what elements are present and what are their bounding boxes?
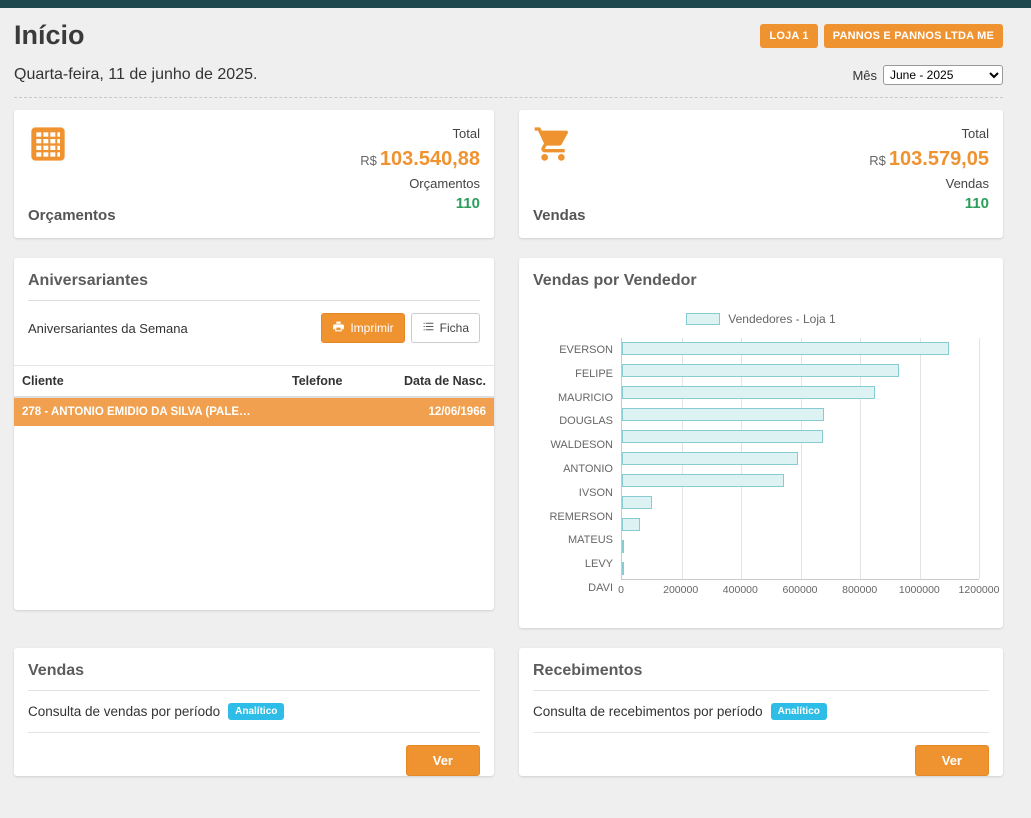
table-row[interactable]: 278 - ANTONIO EMIDIO DA SILVA (PALE… 12/… — [14, 398, 494, 426]
chart-bar — [622, 540, 624, 553]
row-data-nasc: 12/06/1966 — [394, 398, 494, 426]
chart-bar — [622, 342, 949, 355]
legend-label: Vendedores - Loja 1 — [728, 312, 835, 326]
chart-category-label: MAURICIO — [533, 386, 621, 410]
vendas-total-label: Total — [869, 124, 989, 144]
aniversariantes-table: Cliente Telefone Data de Nasc. 278 - ANT… — [14, 365, 494, 426]
chart-category-label: ANTONIO — [533, 457, 621, 481]
vendas-card: Vendas Total R$103.579,05 Vendas 110 — [519, 110, 1003, 238]
month-label: Mês — [852, 68, 877, 83]
ver-recebimentos-button[interactable]: Ver — [915, 745, 989, 776]
aniversariantes-subtitle: Aniversariantes da Semana — [28, 321, 188, 336]
chart-xtick-label: 200000 — [663, 584, 698, 596]
chart-rows — [622, 338, 979, 579]
ficha-button[interactable]: Ficha — [411, 313, 480, 343]
recebimentos-report-card: Recebimentos Consulta de recebimentos po… — [519, 648, 1003, 776]
printer-icon — [332, 320, 345, 336]
chart-legend: Vendedores - Loja 1 — [533, 312, 989, 326]
list-icon — [422, 320, 435, 336]
legend-swatch — [686, 313, 720, 325]
vendas-por-vendedor-card: Vendas por Vendedor Vendedores - Loja 1 … — [519, 258, 1003, 628]
chart-category-label: LEVY — [533, 552, 621, 576]
recebimentos-report-desc: Consulta de recebimentos por período — [533, 704, 763, 719]
orcamentos-label: Orçamentos — [28, 207, 116, 224]
chart-title: Vendas por Vendedor — [533, 272, 989, 290]
row-cliente: 278 - ANTONIO EMIDIO DA SILVA (PALE… — [14, 398, 284, 426]
vendas-count-label: Vendas — [869, 174, 989, 194]
row-telefone — [284, 404, 394, 420]
col-data-nasc: Data de Nasc. — [394, 366, 494, 396]
aniversariantes-title: Aniversariantes — [28, 272, 480, 290]
chart-category-label: EVERSON — [533, 338, 621, 362]
current-date: Quarta-feira, 11 de junho de 2025. — [14, 66, 257, 84]
analitico-badge: Analítico — [228, 703, 284, 720]
chart-bar — [622, 518, 640, 531]
vendas-report-title: Vendas — [28, 662, 480, 680]
store-badges: LOJA 1 PANNOS E PANNOS LTDA ME — [760, 24, 1003, 48]
chart-xtick-label: 600000 — [782, 584, 817, 596]
chart-bar — [622, 496, 652, 509]
page-title: Início — [14, 20, 85, 51]
chart-xtick-label: 1200000 — [959, 584, 1000, 596]
col-cliente: Cliente — [14, 366, 284, 396]
vendas-count-value: 110 — [869, 193, 989, 216]
calculator-icon — [28, 124, 116, 169]
chart-category-label: FELIPE — [533, 362, 621, 386]
chart-bar — [622, 364, 899, 377]
chart-category-label: DAVI — [533, 576, 621, 600]
chart-bar — [622, 562, 624, 575]
date-row: Quarta-feira, 11 de junho de 2025. Mês J… — [14, 65, 1003, 98]
orcamentos-count-label: Orçamentos — [360, 174, 480, 194]
orcamentos-total-value: R$103.540,88 — [360, 144, 480, 174]
chart-bar — [622, 408, 824, 421]
vendas-report-card: Vendas Consulta de vendas por período An… — [14, 648, 494, 776]
chart-category-label: REMERSON — [533, 505, 621, 529]
vendas-label: Vendas — [533, 207, 586, 224]
month-select[interactable]: June - 2025 — [883, 65, 1003, 85]
chart-xtick-label: 800000 — [842, 584, 877, 596]
main-content: Início LOJA 1 PANNOS E PANNOS LTDA ME Qu… — [0, 8, 1031, 796]
cart-icon — [533, 124, 586, 169]
imprimir-button[interactable]: Imprimir — [321, 313, 404, 343]
vendas-report-desc: Consulta de vendas por período — [28, 704, 220, 719]
orcamentos-count-value: 110 — [360, 193, 480, 216]
chart-category-label: DOUGLAS — [533, 409, 621, 433]
chart-xtick-label: 1000000 — [899, 584, 940, 596]
chart-bar — [622, 474, 784, 487]
chart-bar — [622, 430, 823, 443]
chart-category-label: IVSON — [533, 481, 621, 505]
chart-bar — [622, 386, 875, 399]
page-header: Início LOJA 1 PANNOS E PANNOS LTDA ME — [14, 20, 1003, 51]
recebimentos-report-title: Recebimentos — [533, 662, 989, 680]
bar-chart: EVERSONFELIPEMAURICIODOUGLASWALDESONANTO… — [533, 338, 989, 600]
chart-xtick-label: 400000 — [723, 584, 758, 596]
chart-category-label: WALDESON — [533, 433, 621, 457]
chart-xtick-label: 0 — [618, 584, 624, 596]
store-badge-loja[interactable]: LOJA 1 — [760, 24, 817, 48]
chart-xticks: 020000040000060000080000010000001200000 — [621, 584, 979, 600]
table-header: Cliente Telefone Data de Nasc. — [14, 365, 494, 398]
chart-bar — [622, 452, 798, 465]
chart-labels: EVERSONFELIPEMAURICIODOUGLASWALDESONANTO… — [533, 338, 621, 600]
chart-gridline — [979, 338, 980, 579]
orcamentos-card: Orçamentos Total R$103.540,88 Orçamentos… — [14, 110, 494, 238]
top-bar — [0, 0, 1031, 8]
vendas-total-value: R$103.579,05 — [869, 144, 989, 174]
store-badge-company[interactable]: PANNOS E PANNOS LTDA ME — [824, 24, 1003, 48]
col-telefone: Telefone — [284, 366, 394, 396]
aniversariantes-card: Aniversariantes Aniversariantes da Seman… — [14, 258, 494, 610]
chart-category-label: MATEUS — [533, 529, 621, 553]
chart-plot — [621, 338, 979, 580]
orcamentos-total-label: Total — [360, 124, 480, 144]
ver-vendas-button[interactable]: Ver — [406, 745, 480, 776]
analitico-badge: Analítico — [771, 703, 827, 720]
